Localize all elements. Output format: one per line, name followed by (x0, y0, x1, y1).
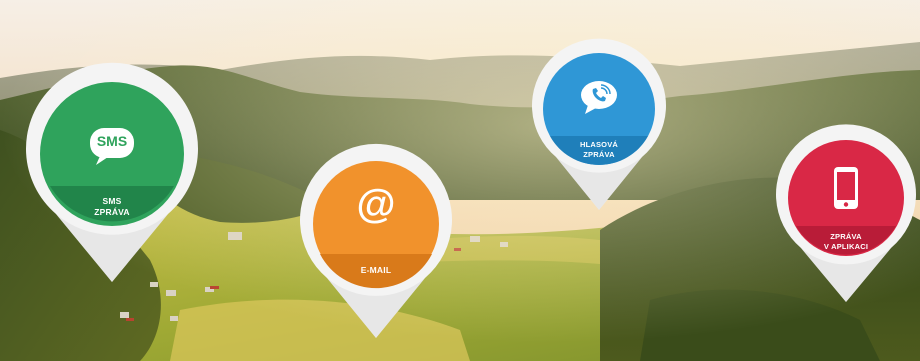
sms-bubble-icon: SMS (88, 126, 136, 166)
sms-bubble-text: SMS (96, 133, 128, 149)
sms-label-line1: SMS (102, 196, 122, 206)
banner: SMS SMS ZPRÁVA @ E-MAIL HLASOVÁ ZPRÁVA Z… (0, 0, 920, 361)
phone-bubble-icon (579, 80, 619, 116)
email-label-line1: E-MAIL (360, 265, 392, 275)
sms-pin[interactable]: SMS SMS ZPRÁVA (26, 62, 198, 282)
voice-pin[interactable]: HLASOVÁ ZPRÁVA (532, 38, 666, 210)
app-pin[interactable]: ZPRÁVA V APLIKACI (776, 124, 916, 302)
voice-pin-shape (532, 38, 666, 210)
sms-pin-shape (26, 62, 198, 282)
sms-label-line2: ZPRÁVA (94, 207, 130, 217)
app-label-line1: ZPRÁVA (830, 232, 862, 241)
voice-label-line2: ZPRÁVA (583, 150, 615, 159)
email-pin-shape (300, 143, 452, 338)
app-pin-shape (776, 124, 916, 302)
voice-pin-label: HLASOVÁ ZPRÁVA (532, 140, 666, 160)
smartphone-icon (833, 166, 859, 210)
sms-pin-label: SMS ZPRÁVA (26, 196, 198, 218)
email-pin[interactable]: @ E-MAIL (300, 143, 452, 338)
app-pin-label: ZPRÁVA V APLIKACI (776, 232, 916, 252)
voice-label-line1: HLASOVÁ (579, 140, 619, 149)
email-pin-label: E-MAIL (300, 265, 452, 276)
at-sign-icon: @ (356, 182, 396, 226)
app-label-line2: V APLIKACI (823, 242, 869, 251)
